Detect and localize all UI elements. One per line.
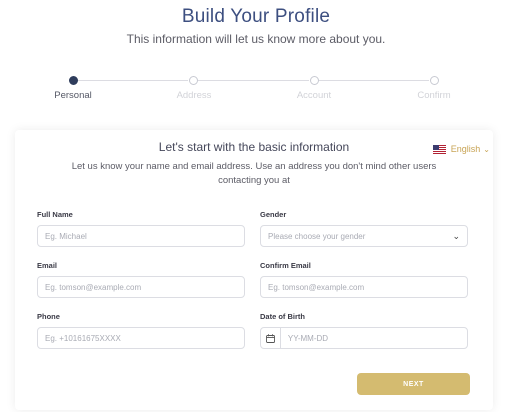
step-dot-personal[interactable] [69,76,78,85]
step-dot-confirm[interactable] [430,76,439,85]
confirm-email-input[interactable] [268,282,460,292]
chevron-down-icon: ⌄ [483,144,490,154]
step-label-account[interactable]: Account [274,90,354,101]
phone-group: Phone [37,312,245,349]
dob-group: Date of Birth [260,312,468,349]
step-connector [318,80,429,81]
step-dot-address[interactable] [189,76,198,85]
language-selector[interactable]: English ⌄ [432,144,490,154]
calendar-icon [266,333,275,343]
email-input[interactable] [45,282,237,292]
card-description: Let us know your name and email address.… [71,161,437,186]
gender-placeholder: Please choose your gender [268,231,366,241]
confirm-email-group: Confirm Email [260,261,468,298]
dob-label: Date of Birth [260,312,305,321]
page-title: Build Your Profile [181,6,331,27]
next-button[interactable]: NEXT [357,373,470,395]
confirm-email-box [260,276,468,298]
email-label: Email [37,261,58,270]
calendar-button[interactable] [261,328,281,348]
step-label-confirm[interactable]: Confirm [394,90,474,101]
full-name-label: Full Name [37,210,73,219]
email-box [37,276,245,298]
confirm-email-label: Confirm Email [260,261,311,270]
progress-stepper: Personal Address Account Confirm [0,70,512,110]
language-label: English [450,144,481,154]
phone-label: Phone [37,312,60,321]
page-subtitle: This information will let us know more a… [126,32,386,46]
gender-group: Gender Please choose your gender ⌄ [260,210,468,247]
gender-select[interactable]: Please choose your gender ⌄ [260,225,468,247]
step-connector [77,80,188,81]
form-card: Let's start with the basic information E… [15,130,493,410]
full-name-box [37,225,245,247]
step-connector [197,80,309,81]
card-title: Let's start with the basic information [158,140,350,154]
phone-input[interactable] [45,333,237,343]
us-flag-icon [432,144,446,154]
phone-box [37,327,245,349]
full-name-group: Full Name [37,210,245,247]
gender-label: Gender [260,210,287,219]
step-label-personal[interactable]: Personal [33,90,113,101]
email-group: Email [37,261,245,298]
step-label-address[interactable]: Address [154,90,234,101]
dob-box [260,327,468,349]
step-dot-account[interactable] [310,76,319,85]
dob-input[interactable] [280,333,467,343]
full-name-input[interactable] [45,231,237,241]
chevron-down-icon: ⌄ [452,230,460,241]
